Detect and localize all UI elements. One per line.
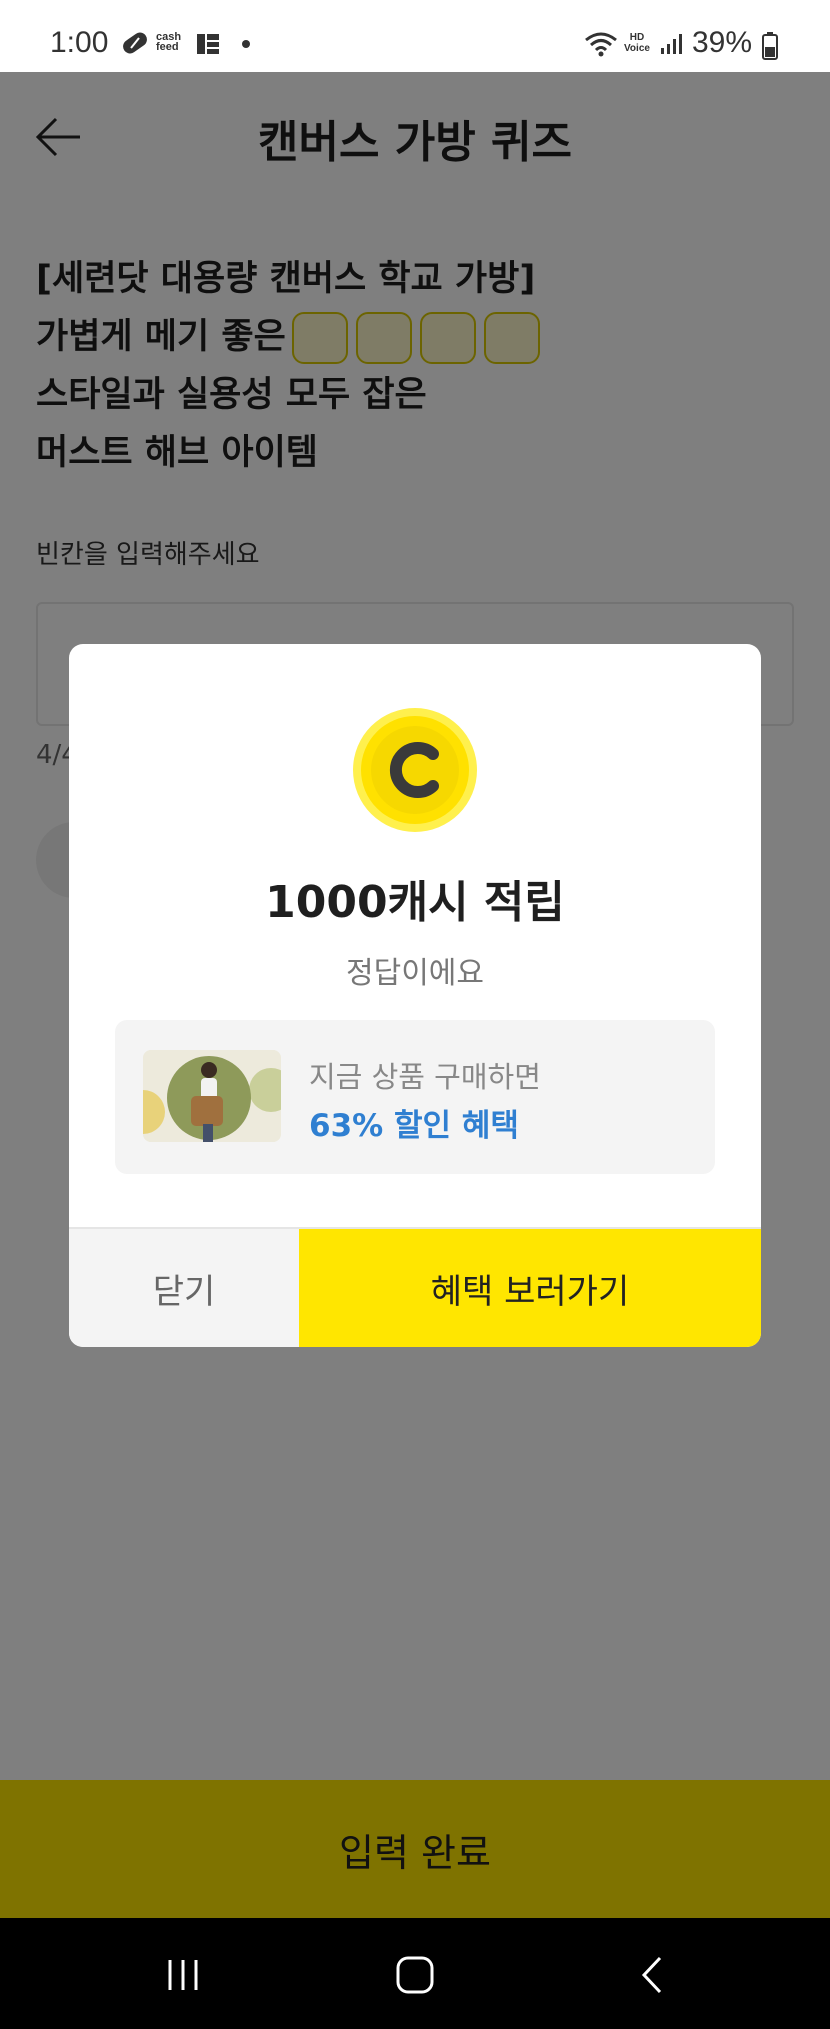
view-benefit-button[interactable]: 혜택 보러가기 xyxy=(299,1229,761,1347)
status-time: 1:00 xyxy=(50,26,109,59)
recent-apps-icon[interactable] xyxy=(158,1950,208,2000)
cashfeed-line2: feed xyxy=(156,41,179,53)
status-bar: 1:00 cash feed HD Voice 39% xyxy=(0,0,830,72)
battery-icon xyxy=(762,32,778,60)
notification-dot-icon xyxy=(242,40,250,48)
battery-percent: 39% xyxy=(692,26,753,59)
system-nav-bar xyxy=(0,1918,830,2029)
hd-line2: Voice xyxy=(624,43,650,54)
cashfeed-icon: cash feed xyxy=(156,32,181,53)
reward-modal: 1000캐시 적립 정답이에요 지금 상품 구매하면 63% 할인 혜택 닫기 xyxy=(69,644,761,1347)
screen: 1:00 cash feed HD Voice 39% 1000캐시 적립 정답… xyxy=(0,0,830,2029)
reward-subtitle: 정답이에요 xyxy=(346,956,484,991)
reward-title: 1000캐시 적립 xyxy=(265,877,565,928)
product-thumbnail xyxy=(143,1050,281,1142)
coin-icon xyxy=(353,708,477,832)
bag-product-image xyxy=(143,1050,281,1142)
widget-icon xyxy=(197,34,219,54)
promo-discount: 63% 할인 혜택 xyxy=(309,1108,519,1144)
signal-icon xyxy=(661,34,682,54)
promo-card[interactable]: 지금 상품 구매하면 63% 할인 혜택 xyxy=(115,1020,715,1174)
promo-text: 지금 상품 구매하면 xyxy=(309,1060,541,1094)
nav-back-icon[interactable] xyxy=(628,1950,678,2000)
home-icon[interactable] xyxy=(390,1950,440,2000)
wifi-icon xyxy=(585,32,617,57)
hd-line1: HD xyxy=(629,32,645,43)
close-button[interactable]: 닫기 xyxy=(69,1229,299,1347)
pill-icon xyxy=(123,32,147,54)
hd-voice-icon: HD Voice xyxy=(624,32,650,54)
